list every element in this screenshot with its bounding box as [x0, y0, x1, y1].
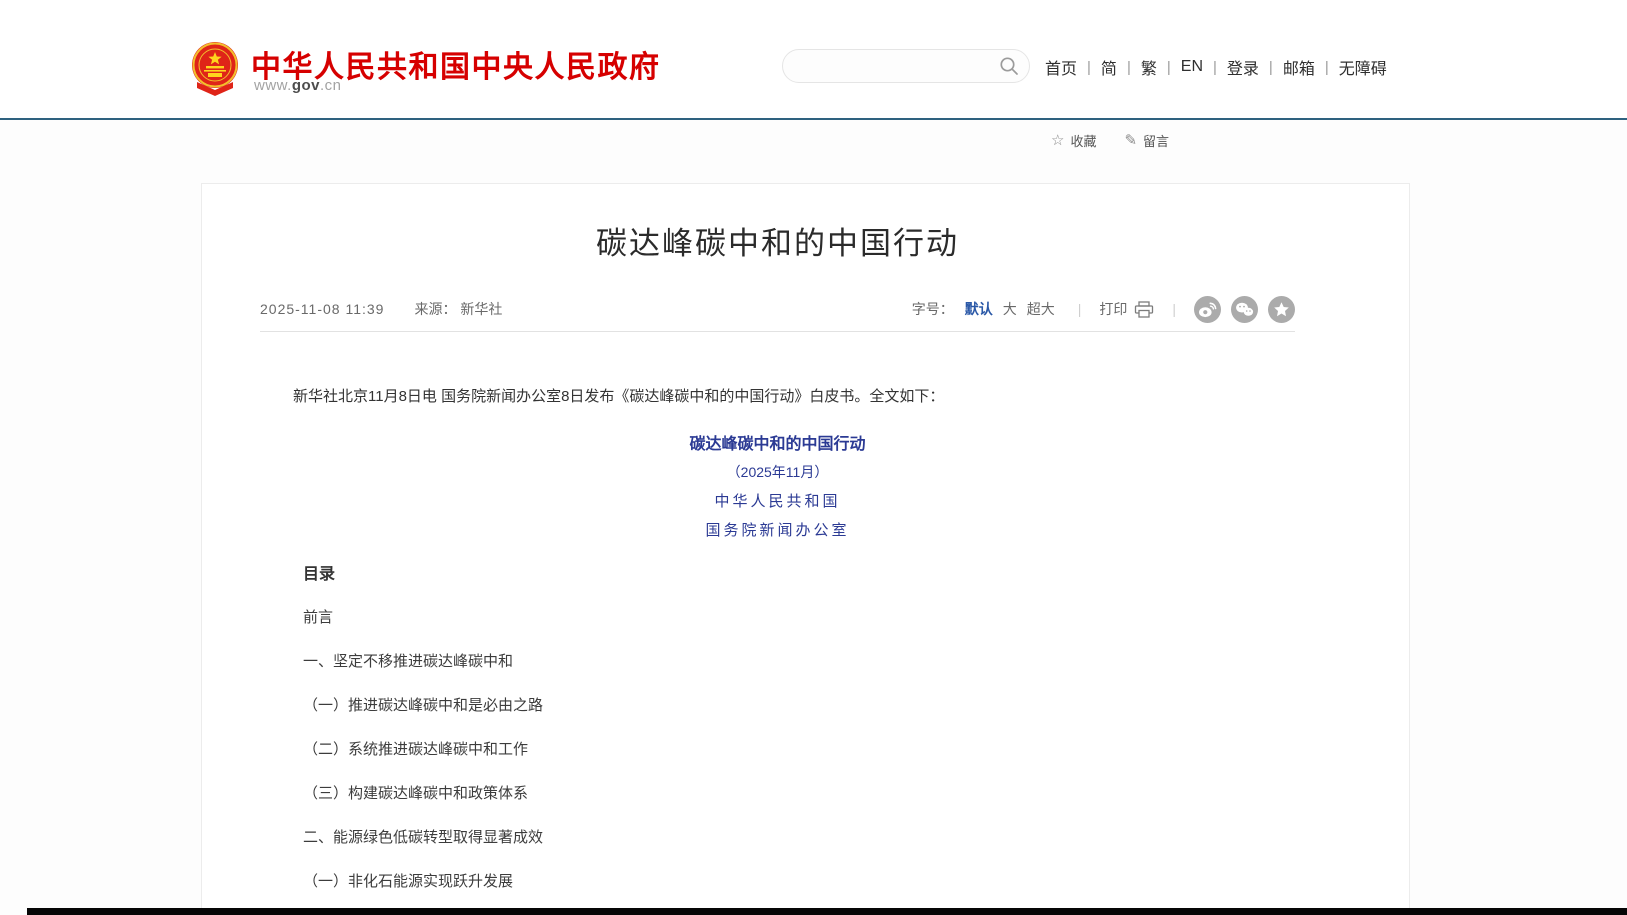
- qzone-share-icon[interactable]: [1268, 296, 1295, 323]
- print-button[interactable]: 打印: [1099, 299, 1154, 319]
- toc-heading: 目录: [260, 564, 1295, 585]
- search-box: [782, 49, 1030, 83]
- wechat-share-icon[interactable]: [1231, 296, 1258, 323]
- document-org-line2: 国务院新闻办公室: [260, 520, 1295, 540]
- document-org-line1: 中华人民共和国: [260, 491, 1295, 511]
- meta-divider-line: [260, 331, 1295, 332]
- article-content: 碳达峰碳中和的中国行动 2025-11-08 11:39 来源： 新华社 字号：…: [202, 222, 1409, 892]
- nav-separator: |: [1127, 59, 1131, 76]
- nav-login[interactable]: 登录: [1227, 55, 1259, 79]
- source: 来源： 新华社: [414, 299, 502, 319]
- favorite-label: 收藏: [1070, 131, 1096, 150]
- national-emblem-logo[interactable]: [191, 40, 239, 96]
- nav-mail[interactable]: 邮箱: [1283, 55, 1315, 79]
- nav-separator: |: [1167, 59, 1171, 76]
- toc-item-section1-1: （一）推进碳达峰碳中和是必由之路: [260, 696, 1295, 716]
- nav-separator: |: [1325, 59, 1329, 76]
- article-meta-left: 2025-11-08 11:39 来源： 新华社: [260, 299, 502, 319]
- nav-english[interactable]: EN: [1181, 58, 1203, 76]
- article-meta-right: 字号： 默认 大 超大 | 打印 |: [912, 296, 1295, 323]
- source-value[interactable]: 新华社: [460, 301, 502, 317]
- article-meta-row: 2025-11-08 11:39 来源： 新华社 字号： 默认 大 超大 | 打…: [260, 295, 1295, 323]
- toc-item-section1: 一、坚定不移推进碳达峰碳中和: [260, 652, 1295, 672]
- source-label: 来源：: [414, 301, 456, 317]
- meta-separator: |: [1078, 301, 1082, 317]
- print-label: 打印: [1099, 299, 1127, 319]
- site-url-www: www.: [254, 77, 292, 94]
- share-icons: [1194, 296, 1295, 323]
- bottom-edge-bar: [27, 908, 1627, 915]
- site-url-gov: gov: [292, 77, 320, 94]
- nav-simplified[interactable]: 简: [1101, 55, 1117, 79]
- toc-item-section1-2: （二）系统推进碳达峰碳中和工作: [260, 740, 1295, 760]
- fontsize-default-button[interactable]: 默认: [965, 299, 993, 319]
- search-button[interactable]: [989, 50, 1029, 82]
- message-button[interactable]: ✎ 留言: [1124, 131, 1169, 150]
- publish-date: 2025-11-08 11:39: [260, 301, 384, 317]
- fontsize-label: 字号：: [912, 299, 954, 319]
- table-of-contents: 前言 一、坚定不移推进碳达峰碳中和 （一）推进碳达峰碳中和是必由之路 （二）系统…: [260, 608, 1295, 892]
- top-nav: 首页 | 简 | 繁 | EN | 登录 | 邮箱 | 无障碍: [1045, 55, 1387, 79]
- article-card: 碳达峰碳中和的中国行动 2025-11-08 11:39 来源： 新华社 字号：…: [201, 183, 1410, 915]
- nav-traditional[interactable]: 繁: [1141, 55, 1157, 79]
- search-icon: [999, 56, 1019, 76]
- star-outline-icon: ☆: [1051, 133, 1064, 148]
- header-divider-line: [0, 118, 1627, 120]
- fontsize-large-button[interactable]: 大: [1003, 299, 1017, 319]
- favorite-button[interactable]: ☆ 收藏: [1051, 131, 1096, 150]
- pencil-icon: ✎: [1124, 133, 1137, 148]
- page-title: 碳达峰碳中和的中国行动: [260, 222, 1295, 265]
- document-title: 碳达峰碳中和的中国行动: [260, 434, 1295, 456]
- nav-accessibility[interactable]: 无障碍: [1339, 55, 1387, 79]
- weibo-share-icon[interactable]: [1194, 296, 1221, 323]
- nav-separator: |: [1087, 59, 1091, 76]
- printer-icon: [1134, 301, 1154, 318]
- site-url: www.gov.cn: [254, 77, 342, 94]
- nav-separator: |: [1269, 59, 1273, 76]
- nav-home[interactable]: 首页: [1045, 55, 1077, 79]
- nav-separator: |: [1213, 59, 1217, 76]
- site-url-cn: .cn: [320, 77, 342, 94]
- site-header: 中华人民共和国中央人民政府 www.gov.cn 首页 | 简 | 繁 | EN…: [0, 0, 1627, 118]
- quick-actions: ☆ 收藏 ✎ 留言: [1051, 131, 1169, 150]
- document-date: （2025年11月）: [260, 462, 1295, 482]
- lead-paragraph: 新华社北京11月8日电 国务院新闻办公室8日发布《碳达峰碳中和的中国行动》白皮书…: [260, 386, 1295, 408]
- fontsize-xlarge-button[interactable]: 超大: [1027, 299, 1055, 319]
- toc-item-section2: 二、能源绿色低碳转型取得显著成效: [260, 828, 1295, 848]
- message-label: 留言: [1143, 131, 1169, 150]
- toc-item-preface: 前言: [260, 608, 1295, 628]
- search-input[interactable]: [783, 50, 989, 82]
- toc-item-section2-1: （一）非化石能源实现跃升发展: [260, 872, 1295, 892]
- toc-item-section1-3: （三）构建碳达峰碳中和政策体系: [260, 784, 1295, 804]
- meta-separator: |: [1172, 301, 1176, 317]
